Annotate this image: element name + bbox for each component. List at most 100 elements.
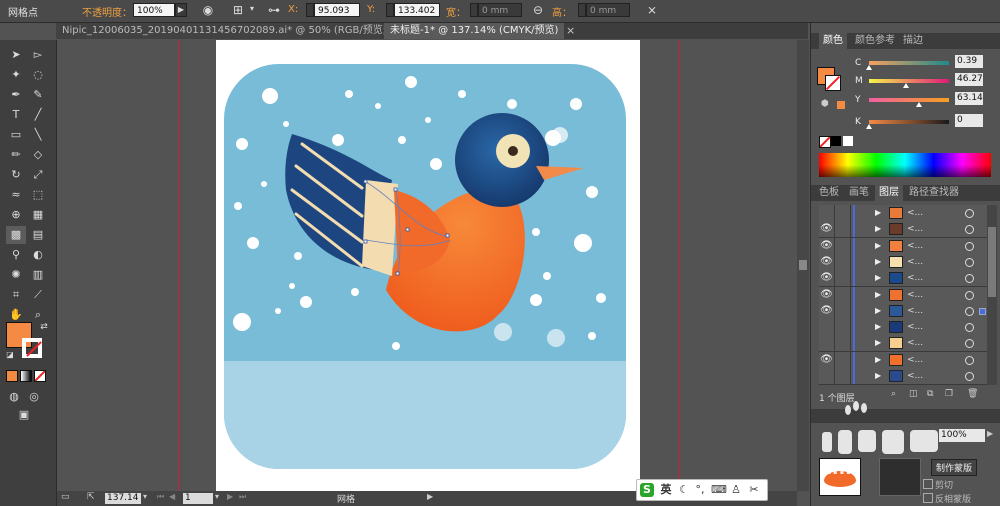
y-stepper[interactable] xyxy=(386,3,394,17)
x-stepper[interactable] xyxy=(306,3,314,17)
visibility-eye-icon[interactable]: 👁 xyxy=(819,237,835,254)
target-circle-icon[interactable] xyxy=(965,257,974,267)
channel-c-input[interactable]: 0.39 xyxy=(955,55,983,68)
reference-point-icon[interactable]: ⊶ xyxy=(266,2,282,18)
lock-toggle[interactable] xyxy=(835,335,851,352)
direct-selection-tool-icon[interactable]: ▻ xyxy=(28,46,48,64)
swap-fill-stroke-icon[interactable]: ⇄ xyxy=(34,318,54,336)
lock-toggle[interactable] xyxy=(835,270,851,287)
align-dropdown-icon[interactable]: ▾ xyxy=(246,3,258,17)
expand-arrow-icon[interactable]: ▶ xyxy=(875,270,885,286)
channel-c-slider[interactable] xyxy=(869,61,949,65)
lock-toggle[interactable] xyxy=(835,237,851,254)
none-mode-button[interactable] xyxy=(34,370,46,382)
gradient-mode-button[interactable] xyxy=(20,370,32,382)
visibility-eye-icon[interactable]: 👁 xyxy=(819,253,835,270)
expand-arrow-icon[interactable]: ▶ xyxy=(875,319,885,335)
tab-stroke[interactable]: 描边 xyxy=(899,33,927,49)
artboard-tool-icon[interactable]: ⌗ xyxy=(6,286,26,304)
layer-row[interactable]: 👁 ▶ <... xyxy=(819,237,989,255)
selection-tool-icon[interactable]: ➤ xyxy=(6,46,26,64)
channel-k-input[interactable]: 0 xyxy=(955,114,983,127)
lock-toggle[interactable] xyxy=(835,302,851,319)
target-circle-icon[interactable] xyxy=(965,372,974,381)
type-tool-icon[interactable]: T xyxy=(6,106,26,124)
expand-arrow-icon[interactable]: ▶ xyxy=(875,205,885,221)
height-input[interactable]: 0 mm xyxy=(586,3,630,17)
recolor-artwork-icon[interactable]: ◉ xyxy=(200,2,216,18)
tab-nipic-document[interactable]: Nipic_12006035_20190401131456702089.ai* … xyxy=(56,23,387,39)
free-transform-tool-icon[interactable]: ⬚ xyxy=(28,186,48,204)
lock-toggle[interactable] xyxy=(835,286,851,303)
ime-toolbar[interactable]: S 英 ☾ °, ⌨ ♙ ✂ xyxy=(636,479,768,501)
zoom-dropdown-icon[interactable]: ▾ xyxy=(143,492,147,501)
layer-row[interactable]: ▶ <... xyxy=(819,368,989,385)
expand-arrow-icon[interactable]: ▶ xyxy=(875,303,885,319)
visibility-eye-icon[interactable] xyxy=(819,319,835,336)
blend-tool-icon[interactable]: ◐ xyxy=(28,246,48,264)
shape-builder-tool-icon[interactable]: ⊕ xyxy=(6,206,26,224)
layer-row[interactable]: 👁 ▶ <... xyxy=(819,286,989,304)
target-circle-icon[interactable] xyxy=(965,290,974,300)
x-input[interactable]: 95.093 xyxy=(314,3,360,17)
target-circle-icon[interactable] xyxy=(965,274,974,284)
visibility-eye-icon[interactable] xyxy=(819,335,835,352)
stroke-color-swatch[interactable] xyxy=(22,338,42,358)
align-grid-icon[interactable]: ⊞ xyxy=(230,2,246,18)
keyboard-icon[interactable]: ⌨ xyxy=(711,483,727,497)
artboard-number-input[interactable]: 1 xyxy=(183,493,213,504)
clipping-mask-icon[interactable]: ◫ xyxy=(909,389,918,399)
status-info[interactable]: 网格 xyxy=(337,492,355,505)
skin-icon[interactable]: ♙ xyxy=(729,483,743,497)
y-input[interactable]: 133.402 xyxy=(394,3,440,17)
pencil-tool-icon[interactable]: ✏ xyxy=(6,146,26,164)
channel-m-slider[interactable] xyxy=(869,79,949,83)
next-artboard-icon[interactable]: ▶ xyxy=(227,492,233,501)
eyedropper-tool-icon[interactable]: ⚲ xyxy=(6,246,26,264)
export-icon[interactable]: ⇱ xyxy=(87,492,95,502)
channel-y-input[interactable]: 63.14 xyxy=(955,92,983,105)
opacity-dropdown-button[interactable]: ▶ xyxy=(175,3,187,17)
tab-untitled-document[interactable]: 未标题-1* @ 137.14% (CMYK/预览) xyxy=(384,23,564,39)
channel-slider-thumb[interactable] xyxy=(916,102,923,107)
target-circle-icon[interactable] xyxy=(965,355,974,365)
expand-arrow-icon[interactable]: ▶ xyxy=(875,221,885,237)
color-panel-stroke-swatch[interactable] xyxy=(825,75,841,91)
artboard-dropdown-icon[interactable]: ▾ xyxy=(215,492,219,501)
symbol-sprayer-tool-icon[interactable]: ✺ xyxy=(6,266,26,284)
visibility-eye-icon[interactable]: 👁 xyxy=(819,286,835,303)
target-circle-icon[interactable] xyxy=(965,323,974,333)
vertical-scrollbar[interactable] xyxy=(797,40,809,491)
expand-arrow-icon[interactable]: ▶ xyxy=(875,254,885,270)
rectangle-tool-icon[interactable]: ▭ xyxy=(6,126,26,144)
tab-color[interactable]: 颜色 xyxy=(819,33,847,49)
width-stepper[interactable] xyxy=(470,3,478,17)
color-mode-button[interactable] xyxy=(6,370,18,382)
channel-slider-thumb[interactable] xyxy=(902,83,909,88)
line-tool-icon[interactable]: ╱ xyxy=(28,106,48,124)
tools-icon[interactable]: ✂ xyxy=(747,483,761,497)
visibility-eye-icon[interactable]: 👁 xyxy=(819,302,835,319)
layer-row[interactable]: ▶ <... xyxy=(819,205,989,222)
gradient-tool-icon[interactable]: ▤ xyxy=(28,226,48,244)
perspective-grid-tool-icon[interactable]: ▦ xyxy=(28,206,48,224)
mesh-tool-icon[interactable]: ▩ xyxy=(6,226,26,244)
target-circle-icon[interactable] xyxy=(965,306,974,316)
expand-arrow-icon[interactable]: ▶ xyxy=(875,287,885,303)
layer-row[interactable]: ▶ <... xyxy=(819,319,989,337)
delete-layer-icon[interactable]: 🗑 xyxy=(967,389,978,399)
transform-icon[interactable]: ⨯ xyxy=(644,2,660,18)
lock-toggle[interactable] xyxy=(835,253,851,270)
prev-artboard-icon[interactable]: ◀ xyxy=(169,492,175,501)
layers-scrollbar[interactable] xyxy=(987,205,997,385)
expand-arrow-icon[interactable]: ▶ xyxy=(875,335,885,351)
layer-row[interactable]: ▶ <... xyxy=(819,335,989,353)
white-swatch[interactable] xyxy=(843,136,853,146)
canvas-area[interactable] xyxy=(57,40,797,491)
layer-row[interactable]: 👁 ▶ <... xyxy=(819,221,989,239)
expand-arrow-icon[interactable]: ▶ xyxy=(875,238,885,254)
visibility-eye-icon[interactable]: 👁 xyxy=(819,351,835,368)
artboard-nav-icon[interactable]: ▭ xyxy=(61,492,70,502)
channel-slider-thumb[interactable] xyxy=(866,65,873,70)
channel-y-slider[interactable] xyxy=(869,98,949,102)
